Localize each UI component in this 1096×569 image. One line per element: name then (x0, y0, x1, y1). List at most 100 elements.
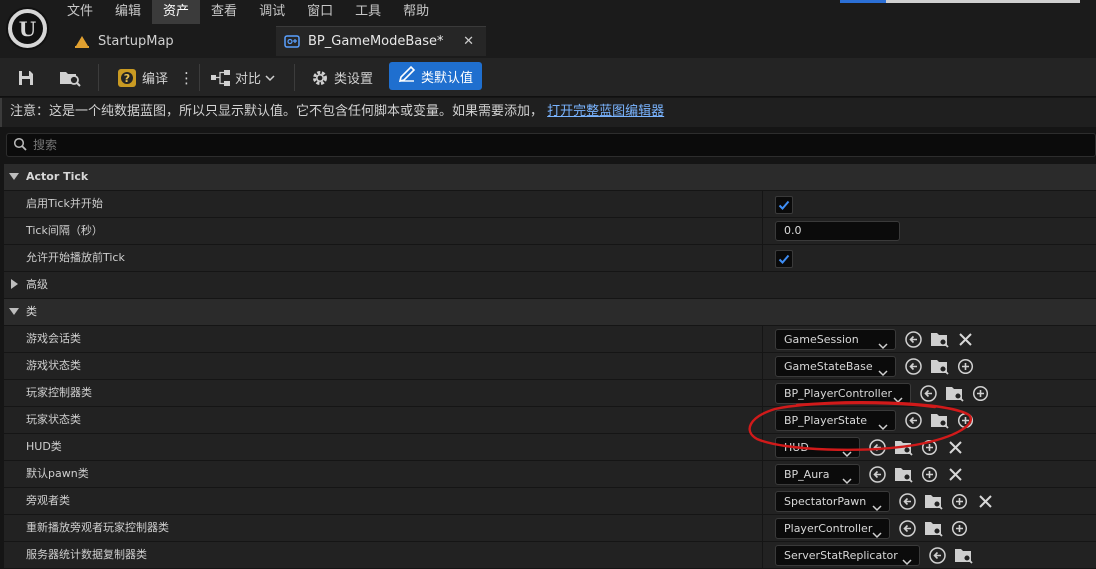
property-label: 允许开始播放前Tick (26, 251, 125, 264)
menu-debug[interactable]: 调试 (248, 0, 296, 24)
class-picker-dropdown[interactable]: GameSession (775, 329, 896, 350)
save-button[interactable] (16, 58, 36, 97)
menu-tools[interactable]: 工具 (344, 0, 392, 24)
tab-bp-gamemodebase[interactable]: BP_GameModeBase* ✕ (276, 26, 486, 56)
class-picker-actions (904, 411, 975, 430)
compile-button[interactable]: ? 编译 ⋮ (117, 58, 194, 97)
column-divider[interactable] (762, 191, 763, 217)
arrow-left-circle-icon[interactable] (898, 492, 917, 511)
category-actor-tick[interactable]: Actor Tick (4, 164, 1096, 191)
clear-x-icon[interactable] (956, 330, 975, 349)
class-picker-value: GameSession (784, 333, 859, 346)
column-divider[interactable] (762, 515, 763, 541)
main-menu: 文件 编辑 资产 查看 调试 窗口 工具 帮助 (56, 0, 440, 24)
column-divider[interactable] (762, 218, 763, 244)
category-label: 高级 (26, 278, 48, 291)
class-property-row: 游戏状态类 GameStateBase (4, 353, 1096, 380)
tab-startup-map[interactable]: StartupMap (66, 26, 272, 56)
folder-search-icon[interactable] (894, 465, 913, 484)
class-picker-dropdown[interactable]: SpectatorPawn (775, 491, 890, 512)
menu-edit[interactable]: 编辑 (104, 0, 152, 24)
folder-search-icon[interactable] (924, 492, 943, 511)
plus-circle-icon[interactable] (956, 357, 975, 376)
menu-help[interactable]: 帮助 (392, 0, 440, 24)
diff-icon (210, 69, 232, 87)
search-input[interactable] (33, 138, 433, 152)
tick-before-begin-play-checkbox[interactable] (775, 250, 793, 268)
arrow-left-circle-icon[interactable] (919, 384, 938, 403)
column-divider[interactable] (762, 488, 763, 514)
data-only-blueprint-notice: 注意：这是一个纯数据蓝图，所以只显示默认值。它不包含任何脚本或变量。如果需要添加… (0, 98, 1096, 127)
class-picker-dropdown[interactable]: BP_Aura (775, 464, 860, 485)
plus-circle-icon[interactable] (956, 411, 975, 430)
start-with-tick-checkbox[interactable] (775, 196, 793, 214)
class-picker-actions (868, 465, 965, 484)
class-settings-button[interactable]: 类设置 (310, 58, 373, 97)
expand-arrow-icon[interactable] (9, 308, 19, 315)
plus-circle-icon[interactable] (950, 519, 969, 538)
folder-search-icon[interactable] (924, 519, 943, 538)
folder-search-icon[interactable] (930, 330, 949, 349)
column-divider[interactable] (762, 407, 763, 433)
class-picker-value: ServerStatReplicator (784, 549, 898, 562)
clear-x-icon[interactable] (976, 492, 995, 511)
unreal-logo-icon[interactable]: U (6, 7, 49, 50)
class-picker-actions (919, 384, 990, 403)
save-icon (16, 68, 36, 88)
tick-interval-input[interactable]: 0.0 (775, 221, 900, 241)
arrow-left-circle-icon[interactable] (868, 465, 887, 484)
clear-x-icon[interactable] (946, 438, 965, 457)
arrow-left-circle-icon[interactable] (898, 519, 917, 538)
class-picker-dropdown[interactable]: BP_PlayerController (775, 383, 911, 404)
menu-file[interactable]: 文件 (56, 0, 104, 24)
class-picker-dropdown[interactable]: GameStateBase (775, 356, 896, 377)
class-picker-dropdown[interactable]: HUD (775, 437, 860, 458)
arrow-left-circle-icon[interactable] (904, 330, 923, 349)
browse-asset-button[interactable] (58, 58, 82, 97)
plus-circle-icon[interactable] (950, 492, 969, 511)
expand-arrow-icon[interactable] (11, 279, 18, 289)
compile-options-icon[interactable]: ⋮ (179, 69, 194, 87)
menu-window[interactable]: 窗口 (296, 0, 344, 24)
menu-asset[interactable]: 资产 (152, 0, 201, 24)
arrow-left-circle-icon[interactable] (904, 411, 923, 430)
property-label: 默认pawn类 (26, 467, 89, 480)
arrow-left-circle-icon[interactable] (904, 357, 923, 376)
folder-search-icon[interactable] (954, 546, 973, 565)
tab-label: BP_GameModeBase* (308, 34, 444, 49)
diff-button[interactable]: 对比 (210, 58, 275, 97)
progress-bar (840, 0, 1080, 3)
class-picker-actions (928, 546, 973, 565)
column-divider[interactable] (762, 434, 763, 460)
class-picker-dropdown[interactable]: BP_PlayerState (775, 410, 896, 431)
column-divider[interactable] (762, 245, 763, 271)
clear-x-icon[interactable] (946, 465, 965, 484)
folder-search-icon[interactable] (930, 411, 949, 430)
expand-arrow-icon[interactable] (9, 173, 19, 180)
folder-search-icon[interactable] (945, 384, 964, 403)
menu-view[interactable]: 查看 (200, 0, 248, 24)
plus-circle-icon[interactable] (971, 384, 990, 403)
folder-search-icon[interactable] (894, 438, 913, 457)
arrow-left-circle-icon[interactable] (868, 438, 887, 457)
open-full-blueprint-editor-link[interactable]: 打开完整蓝图编辑器 (547, 104, 664, 119)
folder-search-icon (58, 68, 82, 88)
category-advanced[interactable]: 高级 (4, 272, 1096, 299)
details-panel: Actor Tick 启用Tick并开始 Tick间隔（秒） 0.0 允许开始播… (4, 164, 1096, 569)
class-defaults-button[interactable]: 类默认值 (389, 62, 482, 90)
close-tab-icon[interactable]: ✕ (463, 34, 474, 49)
class-picker-value: BP_PlayerState (784, 414, 868, 427)
column-divider[interactable] (762, 380, 763, 406)
class-picker-dropdown[interactable]: PlayerController (775, 518, 890, 539)
column-divider[interactable] (762, 461, 763, 487)
plus-circle-icon[interactable] (920, 465, 939, 484)
column-divider[interactable] (762, 353, 763, 379)
plus-circle-icon[interactable] (920, 438, 939, 457)
folder-search-icon[interactable] (930, 357, 949, 376)
column-divider[interactable] (762, 326, 763, 352)
column-divider[interactable] (762, 542, 763, 568)
category-classes[interactable]: 类 (4, 299, 1096, 326)
arrow-left-circle-icon[interactable] (928, 546, 947, 565)
class-picker-dropdown[interactable]: ServerStatReplicator (775, 545, 920, 566)
class-picker-value: BP_Aura (784, 468, 830, 481)
